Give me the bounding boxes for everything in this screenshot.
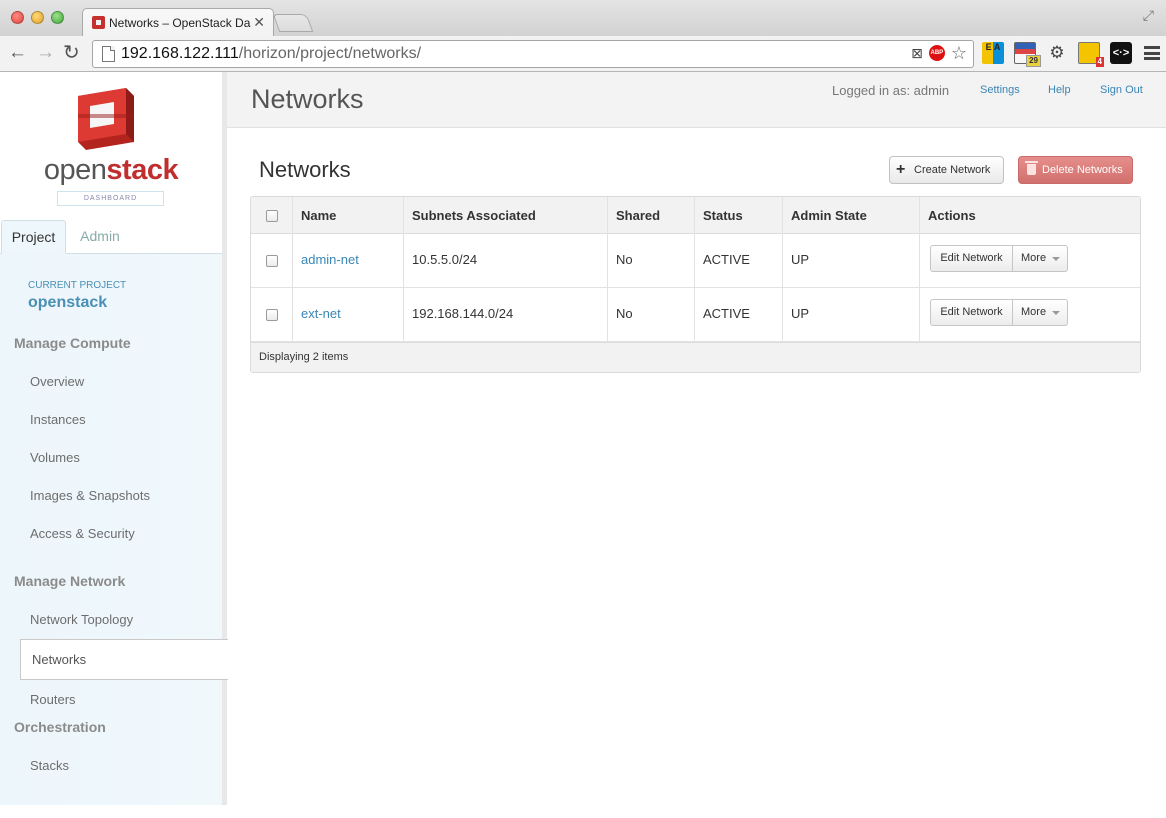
- more-actions-dropdown[interactable]: More: [1014, 246, 1067, 271]
- browser-toolbar: ← → ↻ 192.168.122.111/horizon/project/ne…: [0, 36, 1166, 72]
- sidebar-item-volumes[interactable]: Volumes: [30, 450, 80, 465]
- gear-icon[interactable]: ⚙: [1046, 42, 1068, 64]
- page-title: Networks: [251, 84, 364, 114]
- sidebar-item-instances[interactable]: Instances: [30, 412, 86, 427]
- column-header-actions: Actions: [928, 208, 976, 223]
- sidebar-item-overview[interactable]: Overview: [30, 374, 84, 389]
- subnets-cell: 192.168.144.0/24: [412, 306, 514, 321]
- sign-out-link[interactable]: Sign Out: [1100, 84, 1143, 96]
- section-manage-compute: Manage Compute: [14, 335, 131, 351]
- window-close-button[interactable]: [11, 11, 24, 24]
- forward-arrow-icon[interactable]: →: [36, 42, 55, 64]
- url-text[interactable]: 192.168.122.111/horizon/project/networks…: [121, 45, 421, 63]
- calendar-badge: 29: [1026, 55, 1041, 67]
- browser-tab-bar: Networks – OpenStack Das ✕ ⤢: [0, 0, 1166, 37]
- logo[interactable]: openstack DASHBOARD: [0, 72, 222, 220]
- new-tab-button[interactable]: [272, 14, 314, 32]
- shared-cell: No: [616, 252, 633, 267]
- table-footer: Displaying 2 items: [251, 342, 1140, 372]
- admin-state-cell: UP: [791, 252, 810, 267]
- caret-down-icon: [1052, 311, 1060, 315]
- help-link[interactable]: Help: [1048, 84, 1071, 96]
- logged-in-text: Logged in as: admin: [832, 83, 950, 98]
- page-header: Networks Logged in as: admin Settings He…: [227, 72, 1166, 128]
- network-name-link[interactable]: admin-net: [301, 252, 359, 267]
- dashboard-tabs: Project Admin: [0, 220, 222, 254]
- logo-wordmark: openstack: [43, 154, 179, 186]
- column-header-status[interactable]: Status: [703, 208, 743, 223]
- settings-link[interactable]: Settings: [980, 84, 1020, 96]
- current-project-label: CURRENT PROJECT: [28, 280, 127, 291]
- current-project-name[interactable]: openstack: [28, 294, 107, 312]
- openstack-favicon-icon: [92, 16, 105, 29]
- extension-ea-icon[interactable]: E A: [982, 42, 1004, 64]
- admin-state-cell: UP: [791, 306, 810, 321]
- folder-badge: 4: [1095, 57, 1104, 67]
- tab-title: Networks – OpenStack Das: [109, 16, 251, 30]
- create-network-button[interactable]: + Create Network: [889, 156, 1004, 184]
- adblock-icon[interactable]: ABP: [928, 45, 945, 61]
- networks-table-title: Networks: [259, 157, 351, 182]
- column-header-subnets[interactable]: Subnets Associated: [412, 208, 536, 223]
- calendar-extension-icon[interactable]: 29: [1014, 42, 1041, 67]
- caret-down-icon: [1052, 257, 1060, 261]
- blocked-popup-icon[interactable]: ⊠: [911, 45, 923, 62]
- table-row: ext-net 192.168.144.0/24 No ACTIVE UP Ed…: [251, 288, 1140, 342]
- browser-tab[interactable]: Networks – OpenStack Das ✕: [82, 8, 274, 37]
- code-extension-icon[interactable]: <·>: [1110, 42, 1132, 64]
- status-cell: ACTIVE: [703, 306, 750, 321]
- subnets-cell: 10.5.5.0/24: [412, 252, 478, 267]
- network-name-link[interactable]: ext-net: [301, 306, 341, 321]
- page-icon: [102, 46, 115, 62]
- sidebar-item-network-topology[interactable]: Network Topology: [30, 612, 133, 627]
- tab-close-icon[interactable]: ✕: [253, 14, 265, 31]
- sidebar-item-access-security[interactable]: Access & Security: [30, 526, 135, 541]
- row-actions: Edit Network More: [930, 245, 1068, 272]
- tab-project[interactable]: Project: [1, 220, 66, 254]
- section-manage-network: Manage Network: [14, 573, 126, 589]
- item-count: Displaying 2 items: [259, 351, 349, 363]
- openstack-logo-icon: [78, 88, 134, 150]
- fullscreen-icon[interactable]: ⤢: [1143, 7, 1154, 24]
- row-actions: Edit Network More: [930, 299, 1068, 326]
- sidebar-item-images-snapshots[interactable]: Images & Snapshots: [30, 488, 150, 503]
- shared-cell: No: [616, 306, 633, 321]
- table-header: Name Subnets Associated Shared Status Ad…: [251, 197, 1140, 234]
- sidebar: openstack DASHBOARD Project Admin CURREN…: [0, 72, 228, 805]
- address-bar[interactable]: 192.168.122.111/horizon/project/networks…: [92, 40, 974, 68]
- networks-table: Name Subnets Associated Shared Status Ad…: [250, 196, 1141, 373]
- menu-icon[interactable]: [1144, 46, 1160, 60]
- sidebar-item-networks[interactable]: Networks: [20, 639, 228, 680]
- more-actions-dropdown[interactable]: More: [1014, 300, 1067, 325]
- window-zoom-button[interactable]: [51, 11, 64, 24]
- window-minimize-button[interactable]: [31, 11, 44, 24]
- sidebar-item-label: Networks: [32, 652, 87, 667]
- column-header-name[interactable]: Name: [301, 208, 336, 223]
- row-checkbox[interactable]: [266, 309, 278, 321]
- edit-network-button[interactable]: Edit Network: [931, 246, 1013, 271]
- folder-extension-icon[interactable]: 4: [1078, 42, 1104, 67]
- logo-subtitle: DASHBOARD: [57, 191, 164, 206]
- bookmark-star-icon[interactable]: ☆: [951, 44, 967, 62]
- reload-icon[interactable]: ↻: [63, 42, 80, 64]
- sidebar-item-routers[interactable]: Routers: [30, 692, 76, 707]
- back-arrow-icon[interactable]: ←: [8, 42, 27, 64]
- delete-networks-button[interactable]: Delete Networks: [1018, 156, 1133, 184]
- column-header-admin-state[interactable]: Admin State: [791, 208, 867, 223]
- status-cell: ACTIVE: [703, 252, 750, 267]
- tab-admin[interactable]: Admin: [70, 220, 130, 254]
- table-row: admin-net 10.5.5.0/24 No ACTIVE UP Edit …: [251, 234, 1140, 288]
- column-header-shared[interactable]: Shared: [616, 208, 660, 223]
- select-all-checkbox[interactable]: [266, 210, 278, 222]
- section-orchestration: Orchestration: [14, 719, 106, 735]
- plus-icon: +: [896, 161, 906, 178]
- edit-network-button[interactable]: Edit Network: [931, 300, 1013, 325]
- trash-icon: [1025, 161, 1038, 175]
- sidebar-item-stacks[interactable]: Stacks: [30, 758, 69, 773]
- row-checkbox[interactable]: [266, 255, 278, 267]
